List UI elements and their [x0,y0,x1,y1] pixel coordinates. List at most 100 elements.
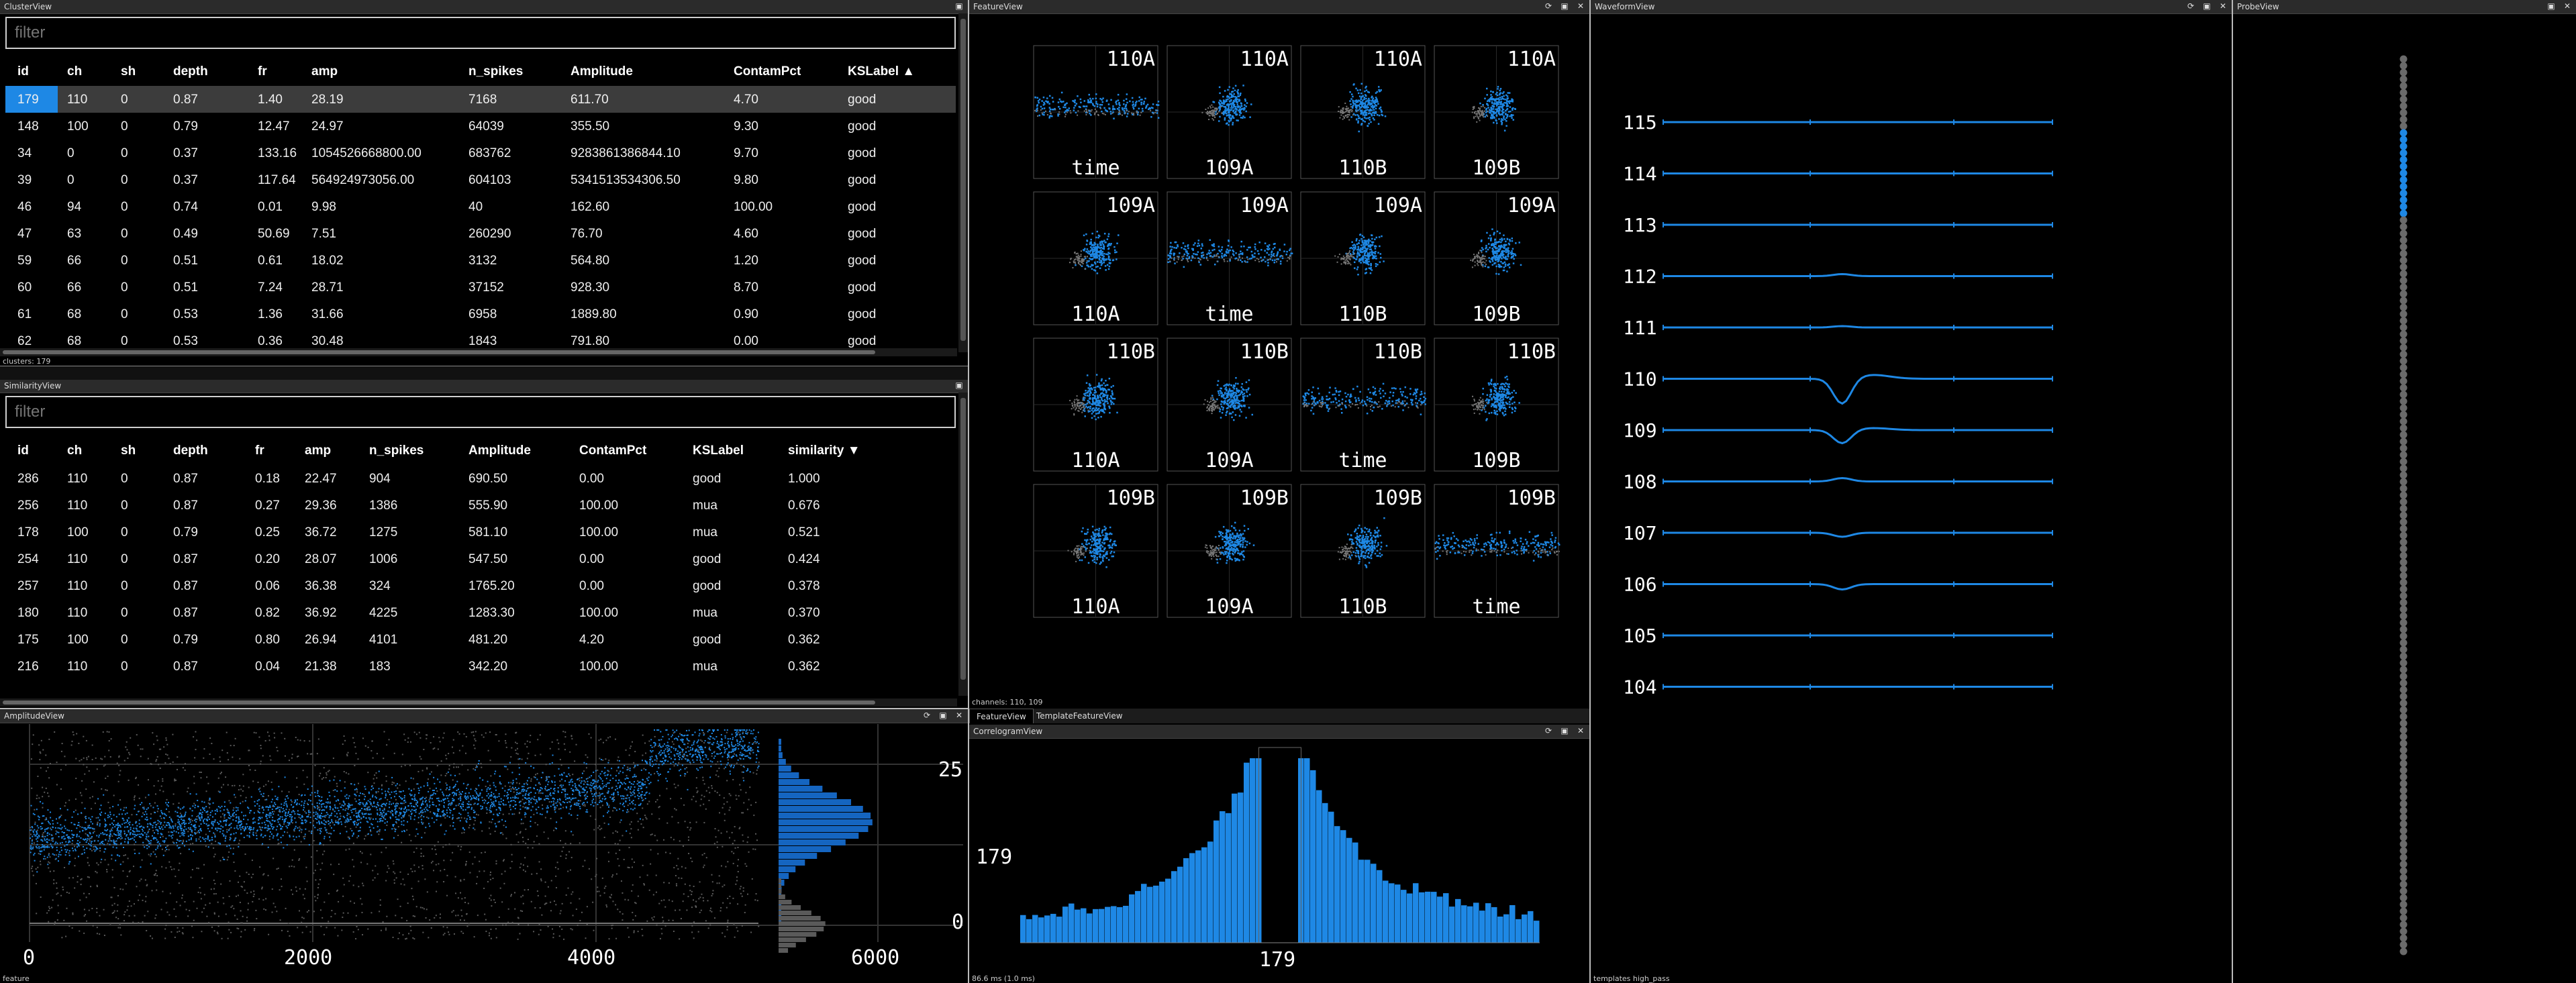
table-row[interactable]: 47 63 0 0.49 50.69 7.51 260290 76.70 4.60 good [5,220,956,247]
cluster-table-hscroll[interactable] [0,348,957,356]
amp-point [622,795,624,797]
amp-point-other [564,749,566,751]
column-header[interactable]: Amplitude [468,444,531,458]
column-header[interactable]: sh [121,444,136,458]
amp-point [572,793,574,795]
amp-point-other [570,928,572,930]
amp-point-other [413,851,415,853]
table-row[interactable]: 257 110 0 0.87 0.06 36.38 324 1765.20 0.00 good 0.… [5,572,956,599]
amp-point [757,767,759,769]
amp-point [321,813,323,815]
amp-point-other [723,803,725,805]
column-header[interactable]: depth [173,444,208,458]
amp-point-other [203,748,205,750]
column-header[interactable]: ContamPct [579,444,646,458]
table-row[interactable]: 148 100 0 0.79 12.47 24.97 64039 355.50 9.30 good [5,113,956,140]
amp-point [593,779,595,781]
table-row[interactable]: 286 110 0 0.87 0.18 22.47 904 690.50 0.00 good 1.0… [5,465,956,492]
table-row[interactable]: 175 100 0 0.79 0.80 26.94 4101 481.20 4.20 good 0.… [5,626,956,653]
screenshot-icon[interactable]: ▣ [938,711,948,720]
table-row[interactable]: 178 100 0 0.79 0.25 36.72 1275 581.10 100.00 mua 0… [5,519,956,546]
column-header[interactable]: KSLabel ▲ [848,64,915,79]
amp-point-other [367,928,369,930]
amp-point-other [271,888,273,890]
column-header[interactable]: n_spikes [369,444,424,458]
amp-point [281,826,283,828]
table-row[interactable]: 46 94 0 0.74 0.01 9.98 40 162.60 100.00 good [5,193,956,220]
amp-point-other [285,907,287,909]
column-header[interactable]: KSLabel [693,444,744,458]
amp-point [575,787,577,789]
table-row[interactable]: 256 110 0 0.87 0.27 29.36 1386 555.90 100.00 mua 0… [5,492,956,519]
amp-point [34,852,36,854]
column-header[interactable]: similarity ▼ [788,444,860,458]
amp-point-other [228,895,230,897]
amp-point [209,814,211,816]
table-row[interactable]: 59 66 0 0.51 0.61 18.02 3132 564.80 1.20 good [5,247,956,274]
amp-point-other [230,931,232,933]
similarity-filter-field[interactable] [5,396,956,428]
amp-point-other [464,817,466,819]
table-row[interactable]: 34 0 0 0.37 133.16 1054526668800.00 683762 9283… [5,140,956,166]
similarity-table-hscroll[interactable] [0,699,957,707]
amp-point [234,794,236,796]
amp-point-other [187,787,189,789]
screenshot-icon[interactable]: ▣ [954,1,964,11]
cluster-filter-field[interactable] [5,17,956,49]
amp-point-other [214,882,216,884]
amp-point [207,835,209,837]
similarity-filter-input[interactable] [7,397,954,427]
amp-point [119,826,121,828]
amp-point-other [489,932,491,934]
column-header[interactable]: ch [67,64,82,79]
amp-point [701,766,703,768]
amp-point [505,826,507,828]
table-row[interactable]: 61 68 0 0.53 1.36 31.66 6958 1889.80 0.90 good [5,301,956,327]
amp-point [118,830,120,832]
amp-point [514,786,516,788]
table-row[interactable]: 180 110 0 0.87 0.82 36.92 4225 1283.30 100.00 mua… [5,599,956,626]
similarity-table-scrollbar[interactable] [958,393,968,696]
table-row[interactable]: 216 110 0 0.87 0.04 21.38 183 342.20 100.00 mua 0.… [5,653,956,680]
table-row[interactable]: 60 66 0 0.51 7.24 28.71 37152 928.30 8.70 good [5,274,956,301]
column-header[interactable]: sh [121,64,136,79]
amp-point [399,811,401,813]
column-header[interactable]: id [17,444,29,458]
amp-point [501,787,503,789]
column-header[interactable]: fr [258,64,267,79]
column-header[interactable]: amp [305,444,331,458]
screenshot-icon[interactable]: ▣ [954,380,964,390]
column-header[interactable]: ch [67,444,82,458]
table-row[interactable]: 254 110 0 0.87 0.20 28.07 1006 547.50 0.00 good 0.… [5,546,956,572]
amp-point [407,821,409,823]
amp-point [129,824,131,826]
amp-point [160,833,162,835]
table-row[interactable]: 179 110 0 0.87 1.40 28.19 7168 611.70 4.70 good [5,86,956,113]
column-header[interactable]: id [17,64,29,79]
amp-point-other [93,845,95,847]
amplitude-plot[interactable]: 0 2000 4000 6000 25 0 [0,724,968,983]
column-header[interactable]: fr [255,444,264,458]
column-header[interactable]: depth [173,64,208,79]
amp-point [638,792,640,794]
amp-point [191,815,193,817]
amp-point [648,772,650,774]
amp-point [491,805,493,807]
amp-point-other [222,784,224,786]
amp-point [605,778,607,780]
refresh-icon[interactable]: ⟳ [922,711,932,720]
amp-point-other [239,784,241,786]
amp-point-other [732,843,734,845]
column-header[interactable]: n_spikes [468,64,523,79]
amp-point [219,791,221,793]
close-icon[interactable]: ✕ [954,711,964,720]
cluster-filter-input[interactable] [7,18,954,48]
amp-point [342,809,344,811]
amp-point [340,821,342,823]
column-header[interactable]: Amplitude [571,64,633,79]
table-row[interactable]: 39 0 0 0.37 117.64 564924973056.00 604103 53415… [5,166,956,193]
column-header[interactable]: amp [311,64,338,79]
amp-point [72,837,74,839]
cluster-table-scrollbar[interactable] [958,13,968,352]
column-header[interactable]: ContamPct [734,64,801,79]
